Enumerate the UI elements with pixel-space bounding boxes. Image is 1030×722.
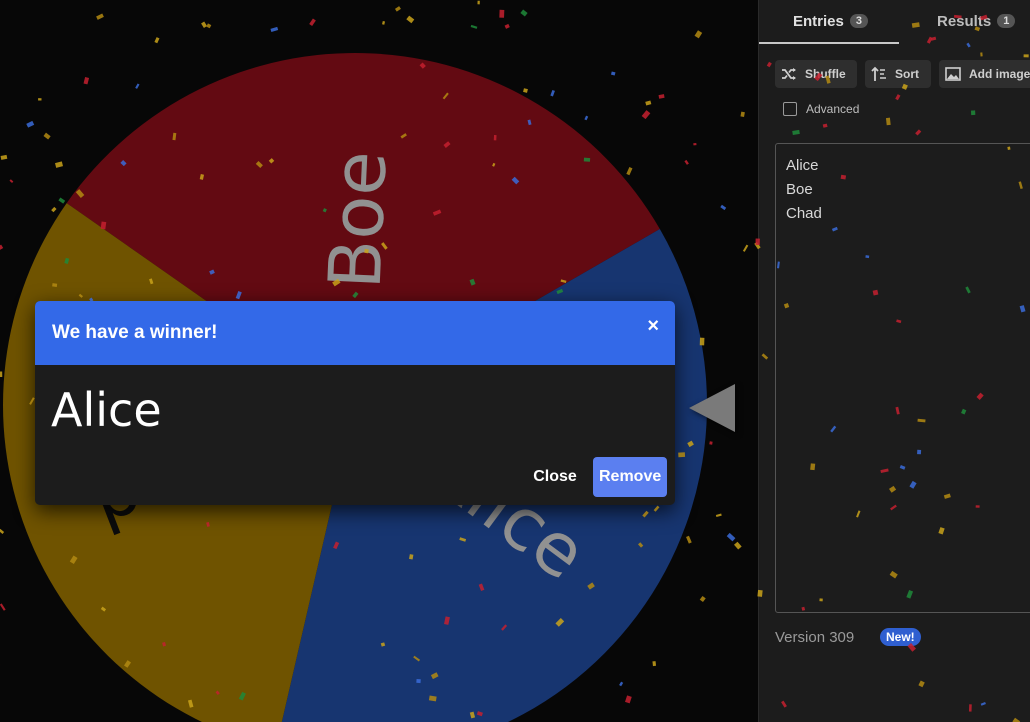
entries-count-badge: 3 [849, 14, 868, 28]
results-count-badge: 1 [997, 14, 1016, 28]
entries-panel: Entries 3 Results 1 Shuffle Sort Add ima… [758, 0, 1030, 722]
shuffle-label: Shuffle [805, 67, 846, 81]
remove-button[interactable]: Remove [593, 457, 667, 497]
winner-dialog: We have a winner! × Alice Close Remove [35, 301, 675, 505]
advanced-label: Advanced [806, 102, 860, 116]
tab-results-label: Results [937, 12, 992, 30]
tab-results[interactable]: Results 1 [937, 0, 1016, 42]
dialog-header: We have a winner! × [35, 301, 675, 365]
add-image-label: Add image [969, 67, 1030, 81]
winner-name: Alice [51, 383, 162, 437]
dialog-title: We have a winner! [52, 322, 218, 343]
sort-button[interactable]: Sort [865, 60, 931, 88]
add-image-button[interactable]: Add image [939, 60, 1030, 88]
image-icon [945, 67, 961, 81]
entry-line: Chad [786, 205, 822, 222]
entry-line: Boe [786, 181, 813, 198]
entry-line: Alice [786, 157, 819, 174]
dialog-close-icon[interactable]: × [647, 315, 659, 338]
wheel-label-boe: Boe [313, 149, 403, 290]
new-badge[interactable]: New! [880, 628, 921, 646]
shuffle-icon [782, 68, 796, 80]
advanced-checkbox[interactable] [783, 102, 797, 116]
sort-label: Sort [895, 67, 919, 81]
wheel-pointer-icon [689, 384, 735, 432]
tab-entries-label: Entries [793, 12, 844, 30]
close-button[interactable]: Close [521, 457, 589, 497]
sort-icon [871, 66, 886, 81]
tab-entries[interactable]: Entries 3 [793, 0, 868, 42]
advanced-option[interactable]: Advanced [783, 102, 859, 116]
active-tab-indicator [759, 42, 899, 44]
version-text: Version 309 [775, 629, 855, 646]
shuffle-button[interactable]: Shuffle [775, 60, 857, 88]
app-root: Boe Alice Chad We have a winner! × Alice C… [0, 0, 1030, 722]
entries-textarea[interactable]: Alice Boe Chad [775, 143, 1030, 613]
